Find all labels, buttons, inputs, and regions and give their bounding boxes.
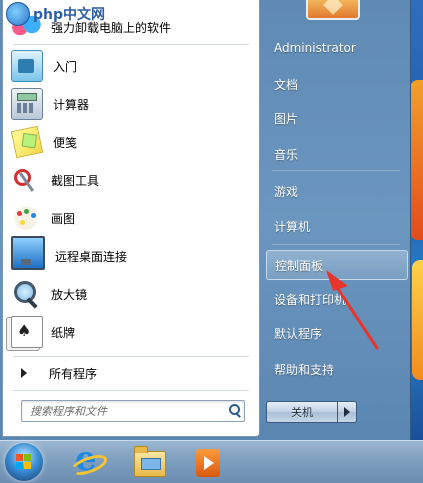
divider <box>13 44 249 45</box>
start-menu-places-pane: Administrator 文档 图片 音乐 游戏 计算机 控制面板 设备和打印… <box>258 0 408 440</box>
start-menu-programs-pane: 强力卸载电脑上的软件 入门 计算器 便笺 截图工具 画图 远程桌面连接 放大镜 … <box>2 0 260 437</box>
program-item-snipping-tool[interactable]: 截图工具 <box>7 162 253 198</box>
divider <box>272 170 400 171</box>
paint-icon <box>11 203 41 233</box>
program-label: 纸牌 <box>51 325 76 340</box>
program-label: 入门 <box>53 59 78 74</box>
watermark: php中文网 <box>6 2 105 26</box>
user-folder-link[interactable]: Administrator <box>266 34 406 62</box>
wallpaper-streak <box>412 260 423 380</box>
shutdown-button[interactable]: 关机 <box>266 401 337 423</box>
program-item-getting-started[interactable]: 入门 <box>7 48 253 84</box>
all-programs-label: 所有程序 <box>49 366 98 381</box>
program-label: 画图 <box>51 211 76 226</box>
games-link[interactable]: 游戏 <box>266 177 406 205</box>
program-item-calculator[interactable]: 计算器 <box>7 86 253 122</box>
devices-printers-link[interactable]: 设备和打印机 <box>266 285 406 313</box>
remote-desktop-icon <box>11 236 45 270</box>
program-label: 截图工具 <box>51 173 100 188</box>
shutdown-control: 关机 <box>266 401 357 423</box>
user-picture[interactable] <box>306 0 360 20</box>
divider <box>13 390 249 391</box>
windows-explorer-icon[interactable] <box>134 446 166 477</box>
program-item-magnifier[interactable]: 放大镜 <box>7 276 253 312</box>
help-support-link[interactable]: 帮助和支持 <box>266 355 406 383</box>
program-item-paint[interactable]: 画图 <box>7 200 253 236</box>
divider <box>13 356 249 357</box>
sticky-notes-icon <box>10 125 44 159</box>
music-link[interactable]: 音乐 <box>266 140 406 168</box>
start-button[interactable] <box>5 443 43 481</box>
documents-link[interactable]: 文档 <box>266 70 406 98</box>
computer-link[interactable]: 计算机 <box>266 212 406 240</box>
watermark-logo-icon <box>6 2 30 26</box>
program-label: 计算器 <box>53 97 90 112</box>
program-label: 放大镜 <box>51 287 88 302</box>
internet-explorer-icon[interactable] <box>72 439 102 479</box>
search-box[interactable] <box>21 400 245 422</box>
windows-logo-icon <box>16 454 32 470</box>
start-menu: 强力卸载电脑上的软件 入门 计算器 便笺 截图工具 画图 远程桌面连接 放大镜 … <box>0 0 411 440</box>
search-icon[interactable] <box>226 402 244 420</box>
snipping-tool-icon <box>11 165 41 195</box>
program-label: 便笺 <box>53 135 78 150</box>
shutdown-options-button[interactable] <box>337 401 357 423</box>
watermark-text: php中文网 <box>33 7 106 23</box>
program-label: 远程桌面连接 <box>55 249 128 264</box>
default-programs-link[interactable]: 默认程序 <box>266 319 406 347</box>
getting-started-icon <box>11 50 43 82</box>
magnifier-icon <box>11 279 41 309</box>
program-item-sticky-notes[interactable]: 便笺 <box>7 124 253 160</box>
arrow-right-icon <box>21 368 27 378</box>
solitaire-icon <box>11 316 43 348</box>
wallpaper-streak <box>410 80 423 240</box>
media-player-icon[interactable] <box>196 449 220 477</box>
all-programs-button[interactable]: 所有程序 <box>11 360 251 386</box>
calculator-icon <box>11 88 43 120</box>
divider <box>272 244 400 245</box>
control-panel-link[interactable]: 控制面板 <box>266 250 408 280</box>
program-item-remote-desktop[interactable]: 远程桌面连接 <box>7 236 253 274</box>
program-item-solitaire[interactable]: 纸牌 <box>7 314 253 350</box>
taskbar <box>0 439 423 483</box>
pictures-link[interactable]: 图片 <box>266 104 406 132</box>
search-input[interactable] <box>28 403 222 419</box>
